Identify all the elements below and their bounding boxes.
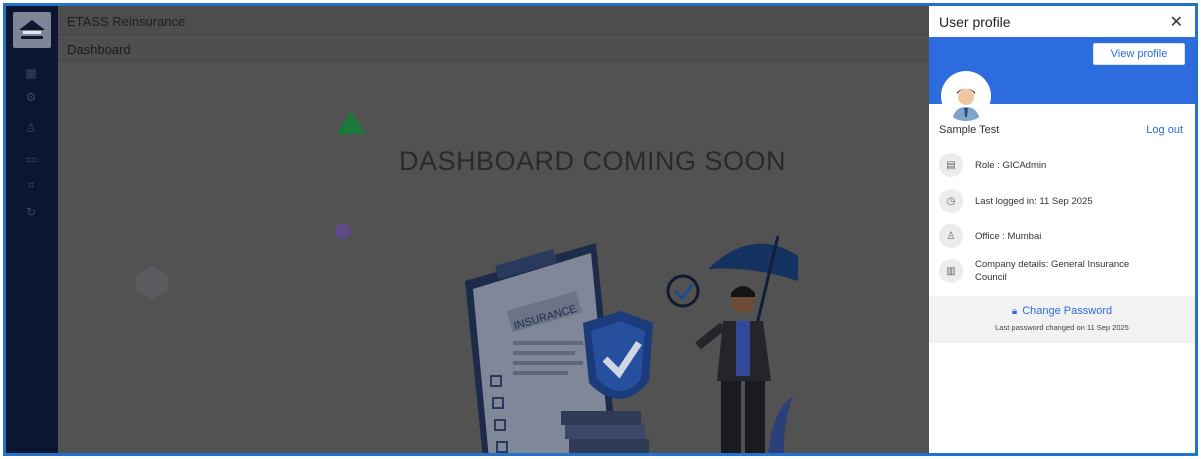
change-password-link[interactable]: 🔒︎ Change Password (1012, 305, 1112, 317)
profile-banner: View profile (929, 37, 1195, 121)
last-login-text: Last logged in: 11 Sep 2025 (975, 195, 1093, 207)
user-name: Sample Test (939, 124, 1000, 136)
role-row: ▤ Role : GICAdmin (939, 153, 1046, 177)
users-icon: ♙ (939, 224, 963, 248)
page-header: Dashboard (58, 37, 929, 61)
insurance-illustration: INSURANCE (465, 235, 798, 453)
change-password-label: Change Password (1022, 305, 1113, 317)
panel-header: User profile ✕ (929, 6, 1195, 36)
clock-icon: ◷ (939, 189, 963, 213)
company-text: Company details: General Insurance Counc… (975, 259, 1130, 283)
page-title: Dashboard (67, 42, 131, 57)
dashboard-icon[interactable]: ▦ (23, 66, 39, 80)
app-title: ETASS Reinsurance (67, 14, 186, 29)
triangle-decoration (336, 112, 366, 134)
change-password-section: 🔒︎ Change Password Last password changed … (929, 296, 1195, 343)
tag-icon[interactable]: ⌗ (23, 178, 39, 192)
logo-icon (19, 20, 45, 39)
last-login-row: ◷ Last logged in: 11 Sep 2025 (939, 189, 1093, 213)
app-logo[interactable] (13, 12, 51, 48)
monitor-icon[interactable]: ▭ (23, 152, 39, 166)
id-badge-icon: ▤ (939, 153, 963, 177)
top-bar: ETASS Reinsurance (58, 6, 929, 36)
hexagon-decoration (136, 266, 168, 300)
app-window: ▦ ⚙ ♙ ▭ ⌗ ↻ ETASS Reinsurance Dashboard … (3, 3, 1198, 456)
logout-link[interactable]: Log out (1146, 124, 1183, 136)
user-profile-panel: User profile ✕ View profile Sample Test … (929, 6, 1195, 453)
user-icon[interactable]: ♙ (23, 121, 39, 135)
main-content: ETASS Reinsurance Dashboard DASHBOARD CO… (58, 6, 929, 453)
avatar (941, 71, 991, 121)
refresh-icon[interactable]: ↻ (23, 205, 39, 219)
view-profile-button[interactable]: View profile (1093, 43, 1185, 65)
office-text: Office : Mumbai (975, 230, 1042, 242)
building-icon: ▥ (939, 259, 963, 283)
user-avatar-icon (952, 88, 980, 121)
password-note: Last password changed on 11 Sep 2025 (995, 323, 1129, 332)
coming-soon-message: DASHBOARD COMING SOON (399, 146, 787, 176)
company-row: ▥ Company details: General Insurance Cou… (939, 258, 1155, 284)
sidebar: ▦ ⚙ ♙ ▭ ⌗ ↻ (6, 6, 58, 453)
panel-title: User profile (939, 14, 1011, 30)
lock-icon: 🔒︎ (1011, 306, 1018, 317)
close-icon[interactable]: ✕ (1170, 12, 1183, 32)
office-row: ♙ Office : Mumbai (939, 224, 1041, 248)
circle-decoration (334, 223, 352, 239)
role-text: Role : GICAdmin (975, 159, 1047, 171)
settings-icon[interactable]: ⚙ (23, 90, 39, 104)
